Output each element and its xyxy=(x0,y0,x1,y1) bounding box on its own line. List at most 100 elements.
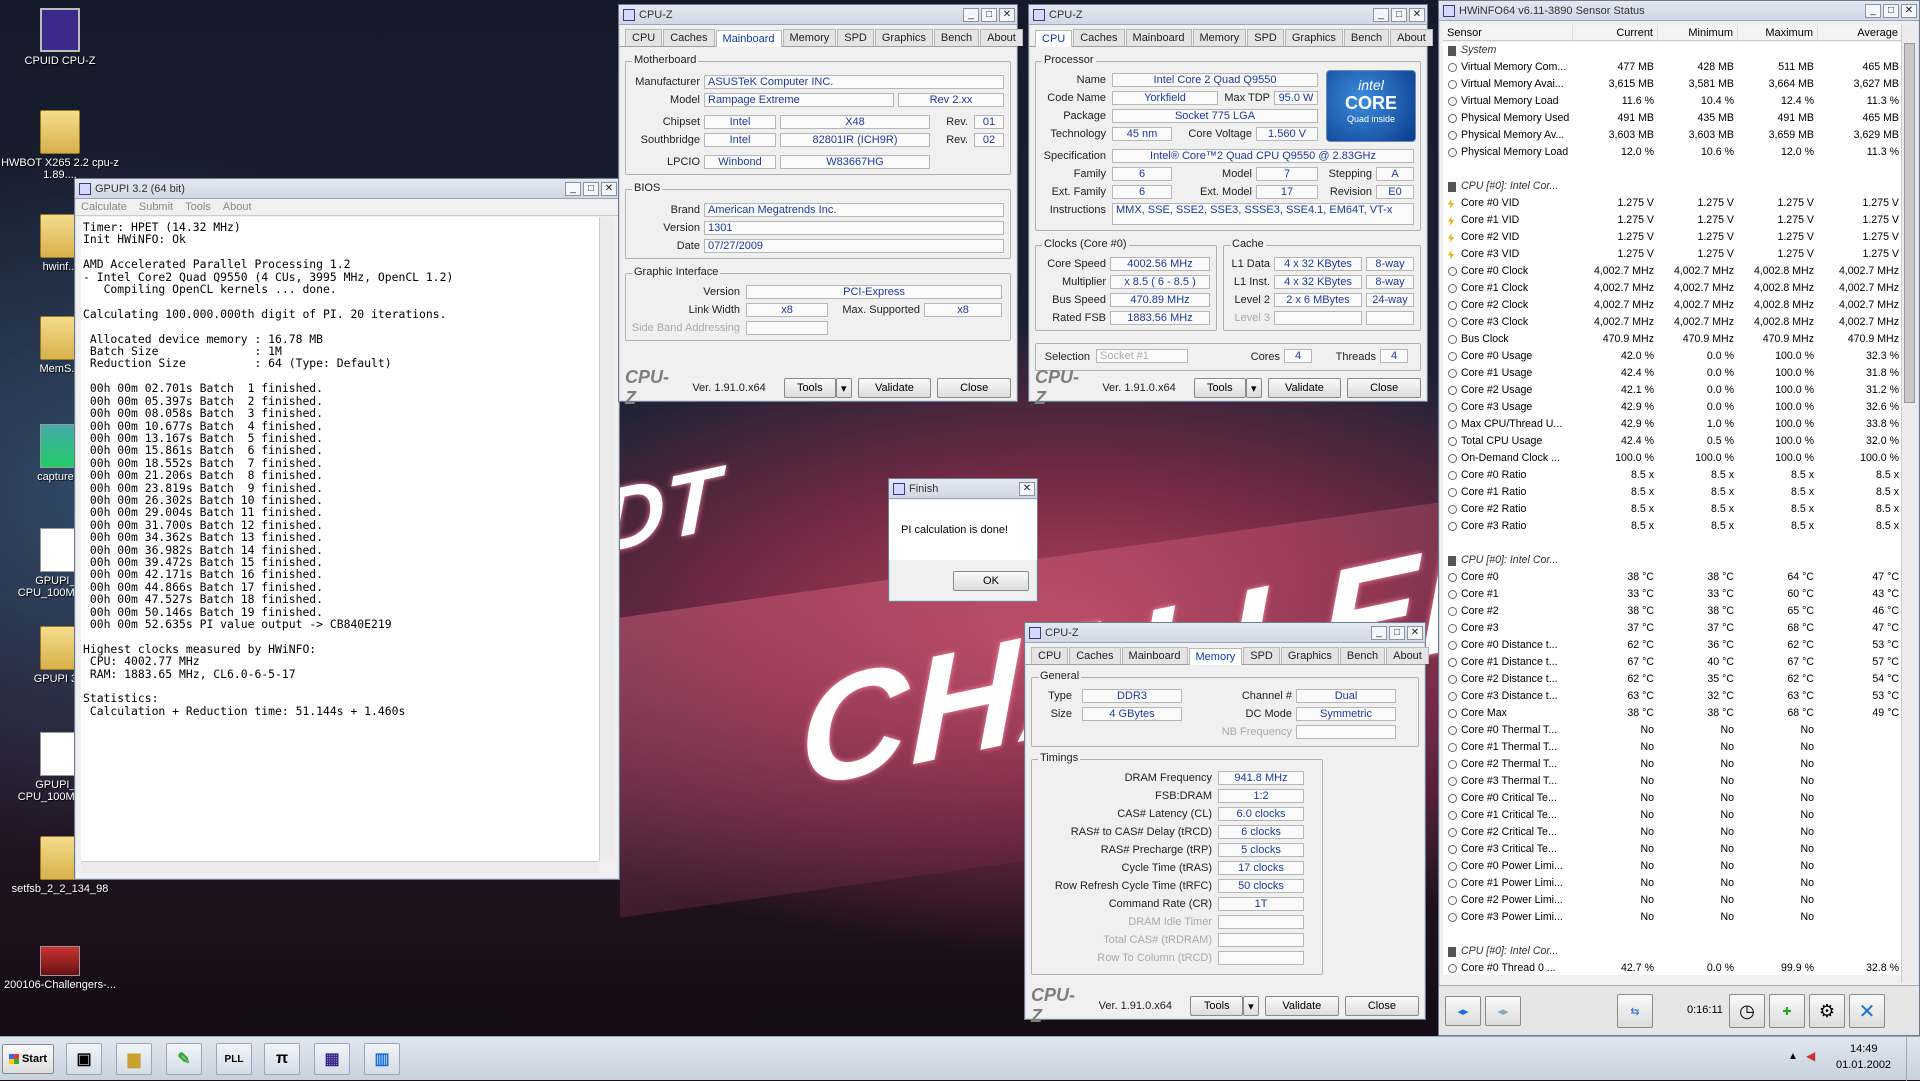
selection-dropdown[interactable]: Socket #1 xyxy=(1096,349,1188,363)
minimize-button[interactable]: _ xyxy=(565,181,581,196)
minimize-button[interactable]: _ xyxy=(963,7,979,22)
sensor-group-row[interactable]: CPU [#0]: Intel Cor... xyxy=(1443,552,1901,569)
sensor-row[interactable]: Core #3 Thermal T... No No No xyxy=(1443,773,1901,790)
close-cpuz-button[interactable]: Close xyxy=(1347,378,1421,398)
tab-cpu[interactable]: CPU xyxy=(1035,30,1073,47)
sensor-row[interactable]: Core #1 Thermal T... No No No xyxy=(1443,739,1901,756)
finish-titlebar[interactable]: Finish ✕ xyxy=(889,479,1037,499)
close-button[interactable]: ✕ xyxy=(1019,481,1035,496)
tab-caches[interactable]: Caches xyxy=(663,29,715,46)
gpupi-titlebar[interactable]: GPUPI 3.2 (64 bit) _ □ ✕ xyxy=(75,179,619,199)
gpupi-log-output[interactable]: Timer: HPET (14.32 MHz) Init HWiNFO: Ok … xyxy=(81,217,599,861)
validate-button[interactable]: Validate xyxy=(1267,378,1342,398)
sensor-row[interactable]: Core #3 37 °C 37 °C 68 °C 47 °C xyxy=(1443,620,1901,637)
sensor-row[interactable]: Physical Memory Load 12.0 % 10.6 % 12.0 % 11… xyxy=(1443,144,1901,161)
validate-button[interactable]: Validate xyxy=(1264,996,1339,1016)
close-cpuz-button[interactable]: Close xyxy=(1344,996,1419,1016)
tab-mainboard[interactable]: Mainboard xyxy=(715,30,782,47)
tab-memory[interactable]: Memory xyxy=(782,29,837,46)
tab-mainboard[interactable]: Mainboard xyxy=(1121,647,1188,664)
close-x-icon[interactable]: ✕ xyxy=(1849,994,1885,1028)
close-cpuz-button[interactable]: Close xyxy=(937,378,1011,398)
close-button[interactable]: ✕ xyxy=(999,7,1015,22)
sensor-row[interactable]: Core #3 Usage 42.9 % 0.0 % 100.0 % 32.6 % xyxy=(1443,399,1901,416)
sensor-row[interactable]: Core #1 Usage 42.4 % 0.0 % 100.0 % 31.8 % xyxy=(1443,365,1901,382)
tab-graphics[interactable]: Graphics xyxy=(1284,29,1343,46)
close-button[interactable]: ✕ xyxy=(1407,625,1423,640)
sensor-row[interactable]: Core #3 Ratio 8.5 x 8.5 x 8.5 x 8.5 x xyxy=(1443,518,1901,535)
maximize-button[interactable]: □ xyxy=(583,181,599,196)
sensor-vertical-scrollbar[interactable] xyxy=(1901,25,1917,983)
sensor-row[interactable]: Virtual Memory Avai... 3,615 MB 3,581 MB 3,… xyxy=(1443,76,1901,93)
sensor-row[interactable]: Max CPU/Thread U... 42.9 % 1.0 % 100.0 % 33.… xyxy=(1443,416,1901,433)
sensor-row[interactable]: Core #1 Clock 4,002.7 MHz 4,002.7 MHz 4,002… xyxy=(1443,280,1901,297)
tab-caches[interactable]: Caches xyxy=(1069,647,1121,664)
clock-icon[interactable]: ◷ xyxy=(1729,994,1765,1028)
cpuz-titlebar[interactable]: CPU-Z _ □ ✕ xyxy=(1029,5,1427,25)
add-report-icon[interactable]: ✚ xyxy=(1769,994,1805,1028)
sensor-row[interactable]: Core #2 Thermal T... No No No xyxy=(1443,756,1901,773)
sensor-row[interactable]: Core #3 VID 1.275 V 1.275 V 1.275 V 1.275 V xyxy=(1443,246,1901,263)
sensor-group-row[interactable]: System xyxy=(1443,42,1901,59)
sensor-row[interactable]: Core #0 38 °C 38 °C 64 °C 47 °C xyxy=(1443,569,1901,586)
tab-spd[interactable]: SPD xyxy=(837,29,874,46)
tab-cpu[interactable]: CPU xyxy=(1031,647,1069,664)
sensor-row[interactable]: Core #2 Clock 4,002.7 MHz 4,002.7 MHz 4,002… xyxy=(1443,297,1901,314)
gpupi-vertical-scrollbar[interactable] xyxy=(599,217,615,861)
tweaker-tool-icon[interactable]: ✎ xyxy=(166,1043,202,1075)
sensor-row[interactable]: Core #1 Ratio 8.5 x 8.5 x 8.5 x 8.5 x xyxy=(1443,484,1901,501)
sensor-row[interactable]: Core #3 Distance t... 63 °C 32 °C 63 °C 53 °… xyxy=(1443,688,1901,705)
desktop-icon-challengers[interactable]: 200106-Challengers-... xyxy=(0,946,120,991)
sensor-row[interactable]: Core #0 Thread 0 ... 42.7 % 0.0 % 99.9 % 32.… xyxy=(1443,960,1901,975)
close-button[interactable]: ✕ xyxy=(1901,3,1917,18)
ok-button[interactable]: OK xyxy=(953,571,1029,591)
tab-about[interactable]: About xyxy=(980,29,1023,46)
sensor-row[interactable]: Physical Memory Used 491 MB 435 MB 491 MB 46… xyxy=(1443,110,1901,127)
explorer-folder-icon[interactable]: ▆ xyxy=(116,1043,152,1075)
sensor-row[interactable]: Core #0 Usage 42.0 % 0.0 % 100.0 % 32.3 % xyxy=(1443,348,1901,365)
gpupi-pi-icon[interactable]: π xyxy=(264,1043,300,1075)
sensor-row[interactable]: Bus Clock 470.9 MHz 470.9 MHz 470.9 MHz 470.… xyxy=(1443,331,1901,348)
close-button[interactable]: ✕ xyxy=(1409,7,1425,22)
sensor-row[interactable]: Core #3 Power Limi... No No No xyxy=(1443,909,1901,926)
sensor-row[interactable]: Core #0 VID 1.275 V 1.275 V 1.275 V 1.275 V xyxy=(1443,195,1901,212)
column-header-minimum[interactable]: Minimum xyxy=(1658,25,1738,41)
sensor-row[interactable]: Core #0 Clock 4,002.7 MHz 4,002.7 MHz 4,002… xyxy=(1443,263,1901,280)
tab-about[interactable]: About xyxy=(1386,647,1429,664)
validate-button[interactable]: Validate xyxy=(857,378,932,398)
clock-date[interactable]: 01.01.2002 xyxy=(1836,1059,1891,1071)
tab-mainboard[interactable]: Mainboard xyxy=(1125,29,1192,46)
sensor-row[interactable]: Total CPU Usage 42.4 % 0.5 % 100.0 % 32.0 % xyxy=(1443,433,1901,450)
maximize-button[interactable]: □ xyxy=(1883,3,1899,18)
tab-memory[interactable]: Memory xyxy=(1188,648,1243,665)
sensor-row[interactable]: Core #2 38 °C 38 °C 65 °C 46 °C xyxy=(1443,603,1901,620)
sensor-row[interactable]: Core #2 Ratio 8.5 x 8.5 x 8.5 x 8.5 x xyxy=(1443,501,1901,518)
sensor-row[interactable]: Core #0 Power Limi... No No No xyxy=(1443,858,1901,875)
tools-dropdown-arrow[interactable]: ▾ xyxy=(1243,996,1259,1016)
tray-expand-icon[interactable]: ▲ xyxy=(1788,1051,1798,1062)
show-desktop-corner[interactable] xyxy=(1906,1037,1920,1081)
sensor-row[interactable]: Core #0 Distance t... 62 °C 36 °C 62 °C 53 °… xyxy=(1443,637,1901,654)
tools-dropdown-arrow[interactable]: ▾ xyxy=(1245,378,1262,398)
sensor-row[interactable]: Core #2 Distance t... 62 °C 35 °C 62 °C 54 °… xyxy=(1443,671,1901,688)
sensor-row[interactable]: Core #1 33 °C 33 °C 60 °C 43 °C xyxy=(1443,586,1901,603)
cpuz-titlebar[interactable]: CPU-Z _ □ ✕ xyxy=(1025,623,1425,643)
cpuz-taskbar-icon[interactable]: ▦ xyxy=(314,1043,350,1075)
maximize-button[interactable]: □ xyxy=(981,7,997,22)
desktop-icon-cpuz[interactable]: CPUID CPU-Z xyxy=(0,8,120,67)
tab-spd[interactable]: SPD xyxy=(1243,647,1280,664)
collapse-nav-button[interactable]: ◂▸ xyxy=(1445,996,1481,1026)
tools-button[interactable]: Tools xyxy=(1190,996,1244,1016)
sensor-row[interactable]: Core Max 38 °C 38 °C 68 °C 49 °C xyxy=(1443,705,1901,722)
close-button[interactable]: ✕ xyxy=(601,181,617,196)
column-header-sensor[interactable]: Sensor xyxy=(1443,25,1573,41)
menu-calculate[interactable]: Calculate xyxy=(81,201,127,213)
tools-button[interactable]: Tools xyxy=(783,378,836,398)
sensor-row[interactable]: Core #0 Critical Te... No No No xyxy=(1443,790,1901,807)
tab-spd[interactable]: SPD xyxy=(1247,29,1284,46)
sensor-row[interactable]: Core #1 Distance t... 67 °C 40 °C 67 °C 57 °… xyxy=(1443,654,1901,671)
sensor-row[interactable]: On-Demand Clock ... 100.0 % 100.0 % 100.0 %… xyxy=(1443,450,1901,467)
gpupi-horizontal-scrollbar[interactable] xyxy=(81,861,599,875)
setfsb-pll-icon[interactable]: PLL xyxy=(216,1043,252,1075)
sensor-row[interactable]: Core #1 Power Limi... No No No xyxy=(1443,875,1901,892)
